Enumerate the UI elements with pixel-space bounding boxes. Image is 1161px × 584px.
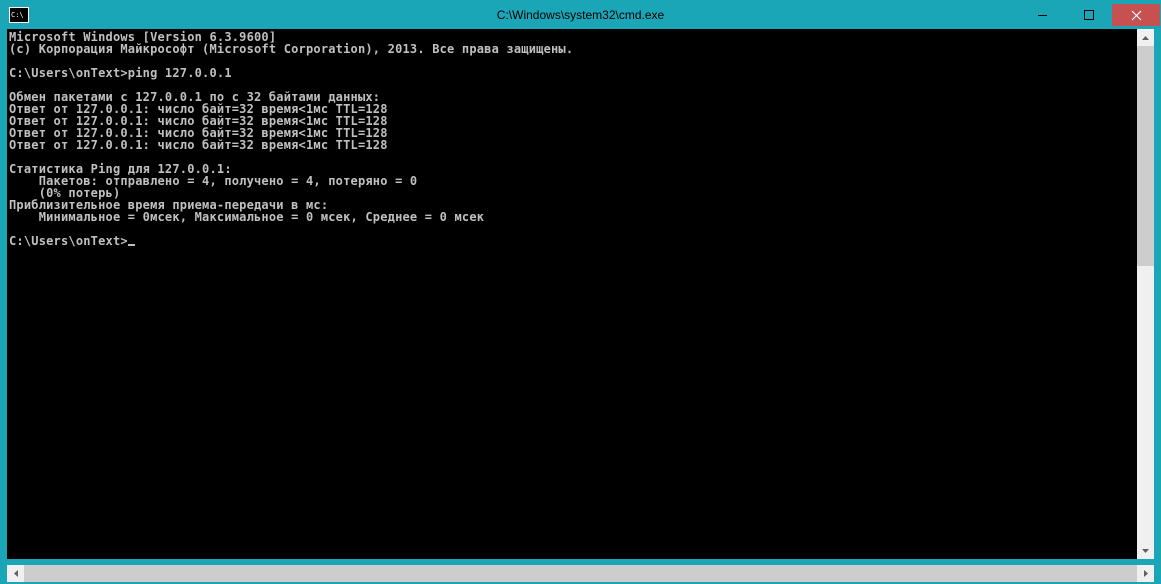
minimize-button[interactable] <box>1020 4 1066 26</box>
cmd-icon[interactable] <box>9 7 29 23</box>
terminal-line: (c) Корпорация Майкрософт (Microsoft Cor… <box>9 42 573 56</box>
terminal-prompt: C:\Users\onText> <box>9 234 128 248</box>
vertical-scrollbar-track[interactable] <box>1137 46 1154 542</box>
minimize-icon <box>1038 10 1048 20</box>
cmd-window: C:\Windows\system32\cmd.exe Microsoft Wi… <box>0 0 1161 584</box>
scroll-right-arrow-icon[interactable] <box>1137 565 1154 582</box>
maximize-icon <box>1084 10 1094 20</box>
vertical-scrollbar-thumb[interactable] <box>1137 46 1154 266</box>
titlebar[interactable]: C:\Windows\system32\cmd.exe <box>1 1 1160 29</box>
close-icon <box>1131 10 1142 21</box>
scroll-down-arrow-icon[interactable] <box>1137 542 1154 559</box>
terminal-line: C:\Users\onText>ping 127.0.0.1 <box>9 66 232 80</box>
terminal-line: Ответ от 127.0.0.1: число байт=32 время<… <box>9 138 388 152</box>
scroll-left-arrow-icon[interactable] <box>7 565 24 582</box>
terminal-output[interactable]: Microsoft Windows [Version 6.3.9600] (c)… <box>7 29 1137 559</box>
window-controls <box>1020 4 1160 26</box>
client-area: Microsoft Windows [Version 6.3.9600] (c)… <box>7 29 1154 559</box>
window-title: C:\Windows\system32\cmd.exe <box>497 8 664 22</box>
close-button[interactable] <box>1112 4 1160 26</box>
scroll-up-arrow-icon[interactable] <box>1137 29 1154 46</box>
cursor <box>128 244 135 246</box>
horizontal-scrollbar-track[interactable] <box>24 565 1137 582</box>
vertical-scrollbar[interactable] <box>1137 29 1154 559</box>
terminal-line: Минимальное = 0мсек, Максимальное = 0 мс… <box>9 210 484 224</box>
horizontal-scrollbar-thumb[interactable] <box>24 565 1137 582</box>
maximize-button[interactable] <box>1066 4 1112 26</box>
horizontal-scrollbar[interactable] <box>7 565 1154 582</box>
